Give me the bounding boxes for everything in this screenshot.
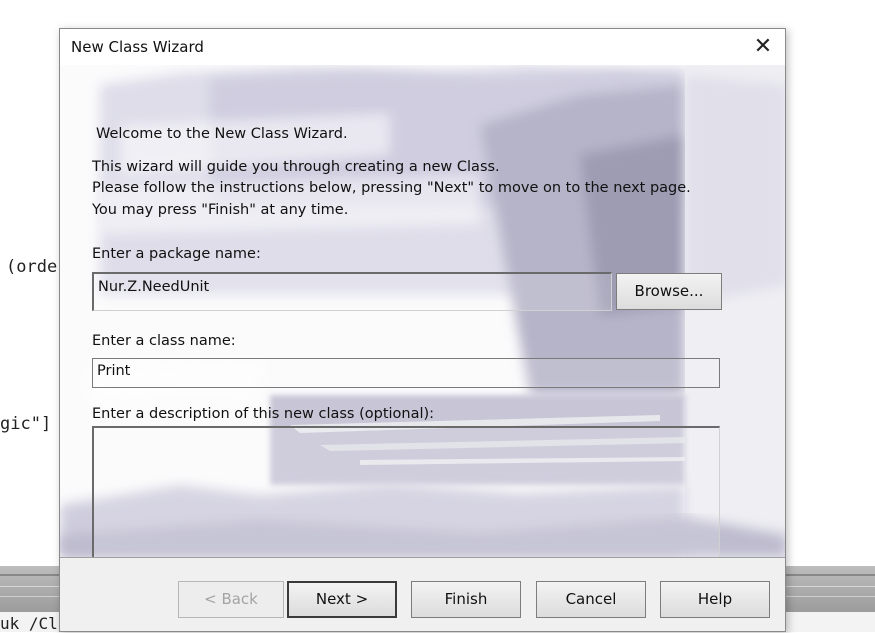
package-name-label: Enter a package name:	[92, 246, 261, 262]
description-textarea[interactable]	[92, 426, 720, 566]
package-name-value: Nur.Z.NeedUnit	[98, 279, 210, 295]
new-class-wizard-dialog: New Class Wizard ✕ Welcome to the New Cl…	[59, 28, 786, 632]
help-button[interactable]: Help	[660, 581, 770, 618]
next-button-label: Next >	[315, 590, 369, 608]
intro-line-1: This wizard will guide you through creat…	[92, 159, 500, 175]
code-fragment-1: (orde	[6, 257, 58, 277]
wizard-button-bar: < Back Next > Finish Cancel Help	[60, 557, 785, 631]
class-name-label: Enter a class name:	[92, 333, 236, 349]
class-name-value: Print	[97, 363, 131, 379]
help-button-label: Help	[697, 590, 733, 608]
class-name-input[interactable]: Print	[92, 358, 720, 388]
description-label: Enter a description of this new class (o…	[92, 406, 435, 422]
browse-button[interactable]: Browse...	[616, 273, 722, 310]
back-button[interactable]: < Back	[178, 581, 284, 618]
dialog-titlebar: New Class Wizard ✕	[60, 29, 785, 65]
code-fragment-3: uk /Cl	[0, 614, 58, 633]
close-icon[interactable]: ✕	[749, 33, 777, 61]
browse-button-label: Browse...	[634, 282, 704, 300]
back-button-label: < Back	[204, 590, 258, 608]
dialog-title: New Class Wizard	[71, 38, 204, 56]
cancel-button[interactable]: Cancel	[536, 581, 646, 618]
finish-button-label: Finish	[444, 590, 488, 608]
intro-line-3: You may press "Finish" at any time.	[92, 202, 349, 218]
finish-button[interactable]: Finish	[411, 581, 521, 618]
welcome-heading: Welcome to the New Class Wizard.	[96, 126, 348, 142]
package-name-input[interactable]: Nur.Z.NeedUnit	[92, 272, 612, 311]
wizard-content: Welcome to the New Class Wizard. This wi…	[60, 65, 785, 566]
next-button[interactable]: Next >	[287, 581, 397, 618]
code-fragment-2: gic"]	[0, 414, 52, 434]
cancel-button-label: Cancel	[565, 590, 617, 608]
intro-line-2: Please follow the instructions below, pr…	[92, 180, 691, 196]
